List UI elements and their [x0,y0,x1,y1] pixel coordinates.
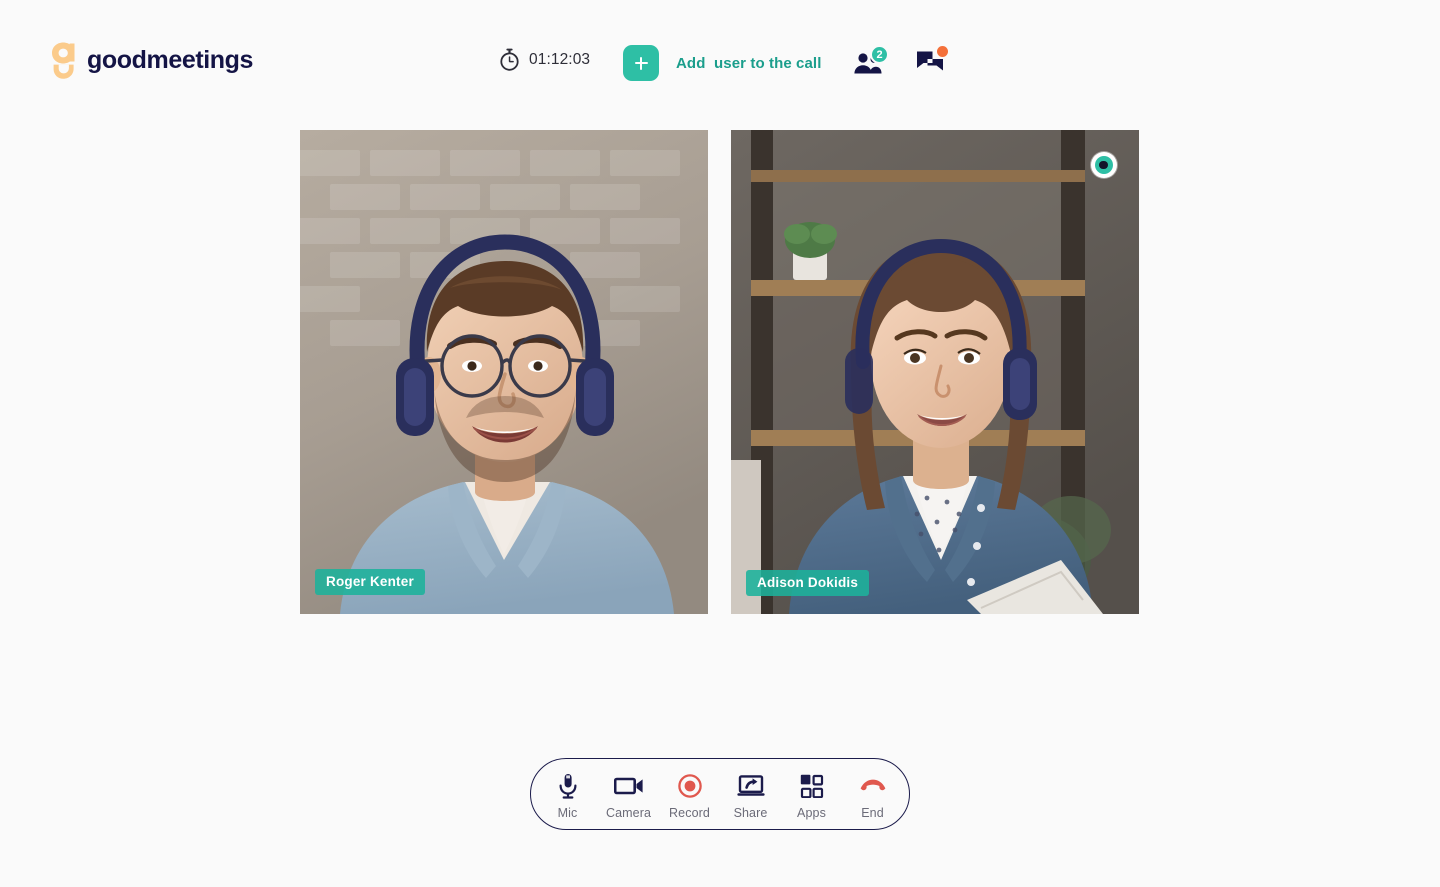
participants-badge: 2 [870,45,889,64]
plus-icon [623,45,659,81]
microphone-icon [557,773,579,799]
mic-button[interactable]: Mic [537,764,598,824]
app-logo[interactable]: goodmeetings [50,40,253,80]
chat-button[interactable] [912,45,948,83]
end-label: End [861,806,884,820]
video-camera-icon [613,773,644,799]
mic-label: Mic [557,806,578,820]
app-header: goodmeetings 01:12:03 Add user to the ca… [0,0,1440,120]
participant-name-label: Adison Dokidis [746,570,870,596]
call-controls-toolbar: Mic Camera Record Share Apps End [530,758,910,830]
logo-text: goodmeetings [87,45,254,74]
camera-button[interactable]: Camera [598,764,659,824]
add-user-button[interactable]: Add user to the call [623,45,821,81]
end-call-button[interactable]: End [842,764,903,824]
share-label: Share [733,806,768,820]
camera-label: Camera [605,806,652,820]
apps-button[interactable]: Apps [781,764,842,824]
header-icon-group: 2 [850,45,948,83]
add-user-label: Add user to the call [676,54,822,72]
call-timer: 01:12:03 [499,48,590,71]
logo-mark-icon [50,40,78,80]
apps-label: Apps [797,806,826,820]
participant-tile[interactable]: Roger Kenter [300,130,708,614]
share-button[interactable]: Share [720,764,781,824]
record-icon [677,773,702,799]
hangup-phone-icon [859,773,887,799]
eye-ring [1095,156,1113,174]
participant-tile[interactable]: Adison Dokidis [731,130,1139,614]
eye-icon[interactable] [1091,152,1117,178]
timer-value: 01:12:03 [529,50,591,68]
participants-button[interactable]: 2 [850,45,889,83]
participant-name-label: Roger Kenter [315,569,425,595]
record-button[interactable]: Record [659,764,720,824]
record-label: Record [669,806,710,820]
eye-pupil [1099,160,1108,170]
stopwatch-icon [499,48,520,71]
apps-grid-icon [800,773,824,799]
chat-unread-badge [937,46,948,57]
screen-share-icon [736,773,765,799]
video-grid: Roger Kenter Adison Dokidis [300,130,1140,614]
